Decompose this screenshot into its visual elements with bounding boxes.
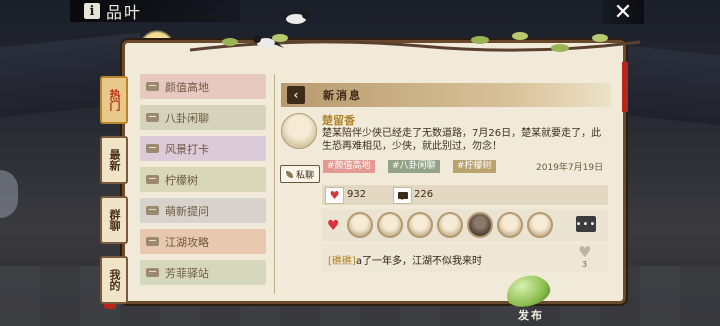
panel-divider (274, 74, 275, 294)
tab-hot[interactable]: 热门 (100, 76, 128, 124)
liker-avatar[interactable] (467, 212, 493, 238)
tab-mine[interactable]: 我的 (100, 256, 128, 304)
category-label: 芳菲驿站 (165, 266, 209, 280)
comment-button[interactable] (393, 187, 412, 204)
category-item[interactable]: 江湖攻略 (140, 229, 266, 254)
chat-bubble-icon (146, 144, 159, 153)
category-item[interactable]: 八卦闲聊 (140, 105, 266, 130)
post-tag[interactable]: #柠檬树 (453, 160, 496, 173)
magpie-icon (278, 10, 310, 24)
category-item[interactable]: 柠檬树 (140, 167, 266, 192)
category-label: 八卦闲聊 (165, 111, 209, 125)
liked-heart-icon: ♥ (327, 218, 340, 234)
comment-content: a了一年多，江湖不似我来时 (355, 256, 482, 267)
chat-bubble-icon (146, 268, 159, 277)
message-header-title: 新消息 (323, 89, 362, 102)
liker-avatar[interactable] (377, 212, 403, 238)
message-header: ‹ 新消息 (281, 83, 611, 107)
chat-bubble-icon (146, 82, 159, 91)
publish-label: 发布 (518, 309, 544, 322)
category-item[interactable]: 萌新提问 (140, 198, 266, 223)
author-avatar[interactable] (281, 113, 317, 149)
category-label: 风景打卡 (165, 142, 209, 156)
liker-avatar[interactable] (347, 212, 373, 238)
magpie-icon-2 (253, 35, 284, 48)
leaf-icon (502, 270, 554, 312)
publish-button[interactable]: 发布 (498, 270, 562, 324)
leaf-icon (285, 170, 293, 178)
liker-avatar[interactable] (527, 212, 553, 238)
comment-like-count: 3 (582, 260, 588, 269)
side-tab-bar: 热门 最新 群聊 我的 (100, 76, 128, 316)
close-button[interactable]: ✕ (602, 0, 644, 25)
red-ribbon-decoration (622, 62, 628, 112)
comment-count: 226 (414, 189, 434, 200)
category-item[interactable]: 风景打卡 (140, 136, 266, 161)
post-author[interactable]: 楚留香 (322, 112, 355, 128)
window-title: 品叶 (106, 3, 143, 22)
like-button[interactable]: ♥ (325, 187, 344, 204)
info-icon[interactable]: i (84, 3, 100, 19)
category-item[interactable]: 芳菲驿站 (140, 260, 266, 285)
liker-avatar[interactable] (497, 212, 523, 238)
comment-like-icon[interactable]: ♥ (578, 243, 591, 261)
liker-avatar[interactable] (437, 212, 463, 238)
category-label: 萌新提问 (165, 204, 209, 218)
category-item[interactable]: 颜值高地 (140, 74, 266, 99)
comment-user[interactable]: [礁礁] (328, 256, 356, 267)
post-date: 2019年7月19日 (536, 163, 604, 173)
chat-bubble-icon (146, 113, 159, 122)
private-chat-label: 私聊 (295, 170, 314, 181)
back-button[interactable]: ‹ (287, 86, 305, 104)
chat-bubble-icon (146, 206, 159, 215)
post-tag[interactable]: #颜值高地 (323, 160, 375, 173)
category-label: 柠檬树 (165, 173, 198, 187)
post-body: 楚某陪伴少侠已经走了无数道路，7月26日，楚某就要走了，此生恐再难相见，少侠，就… (322, 128, 602, 152)
chat-bubble-icon (146, 237, 159, 246)
tab-group-chat[interactable]: 群聊 (100, 196, 128, 244)
post-tag[interactable]: #八卦闲聊 (388, 160, 440, 173)
category-label: 江湖攻略 (165, 235, 209, 249)
comment-text: [礁礁]a了一年多，江湖不似我来时 (328, 252, 482, 267)
top-bar: i 品叶 (70, 0, 240, 22)
category-list: 颜值高地 八卦闲聊 风景打卡 柠檬树 萌新提问 江湖攻略 芳菲驿站 (140, 74, 266, 291)
comment-icon (397, 192, 408, 200)
private-chat-button[interactable]: 私聊 (280, 165, 320, 183)
more-button[interactable]: ••• (576, 216, 596, 232)
like-count: 932 (347, 189, 367, 200)
heart-icon: ♥ (329, 189, 340, 202)
chat-bubble-icon (146, 175, 159, 184)
category-label: 颜值高地 (165, 80, 209, 94)
liker-avatar[interactable] (407, 212, 433, 238)
tab-latest[interactable]: 最新 (100, 136, 128, 184)
